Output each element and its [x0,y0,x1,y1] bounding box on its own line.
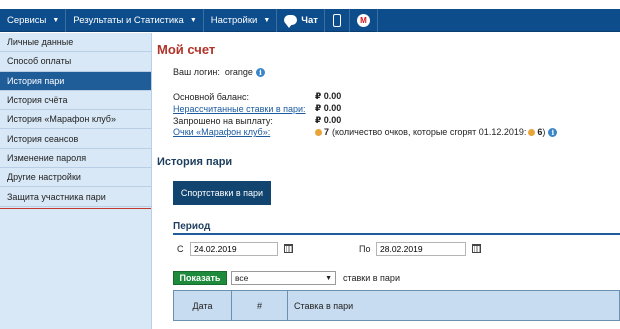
menu-settings[interactable]: Настройки ▼ [204,8,278,32]
coin-icon [528,128,536,136]
sidebar-item-change-password[interactable]: Изменение пароля [0,149,151,169]
sidebar-item-payment-method[interactable]: Способ оплаты [0,52,151,72]
sidebar-item-club-history[interactable]: История «Марафон клуб» [0,110,151,130]
column-bet[interactable]: Ставка в пари [288,291,619,320]
sidebar-item-label: История «Марафон клуб» [7,114,116,125]
menu-services-label: Сервисы [7,14,47,26]
bet-filter-value: все [235,273,249,283]
period-divider [173,233,620,235]
main-menu-bar: Сервисы ▼ Результаты и Статистика ▼ Наст… [0,8,620,32]
sidebar-item-label: История сеансов [7,133,79,144]
sidebar-item-label: Другие настройки [7,172,81,183]
menu-settings-label: Настройки [210,14,258,26]
sidebar-item-label: История пари [7,75,65,86]
top-strip [0,0,620,8]
mobile-phone-icon [332,13,341,27]
bet-filter-select[interactable]: все ▼ [231,271,336,285]
menu-chat-label: Чат [301,14,318,26]
from-date-input[interactable] [190,242,278,256]
chevron-down-icon: ▼ [325,274,332,282]
to-date-input[interactable] [376,242,466,256]
login-value: orange [224,67,253,77]
withdraw-row: Запрошено на выплату: ₽ 0.00 [173,115,341,126]
main-balance-value: ₽ 0.00 [315,91,342,101]
chat-bubble-icon [284,15,298,28]
bet-history-title: История пари [157,156,233,168]
login-label: Ваш логин: [173,67,220,77]
menu-services[interactable]: Сервисы ▼ [0,8,67,32]
menu-results-label: Результаты и Статистика [73,14,184,26]
sidebar-item-label: История счёта [7,95,68,106]
coin-icon [315,128,322,136]
sidebar-item-personal-data[interactable]: Личные данные [0,33,151,53]
sidebar-item-account-history[interactable]: История счёта [0,91,151,111]
withdraw-label: Запрошено на выплату: [173,115,273,126]
sidebar-item-other-settings[interactable]: Другие настройки [0,168,151,188]
chevron-down-icon: ▼ [189,16,197,24]
unsettled-row: Нерассчитанные ставки в пари: ₽ 0.00 [173,103,341,114]
info-icon[interactable]: i [548,127,558,137]
sidebar-item-label: Изменение пароля [7,152,87,163]
login-row: Ваш логин: orange i [173,67,265,77]
club-points-value: 7 [324,127,330,137]
table-header: Дата # Ставка в пари [173,290,620,321]
withdraw-value: ₽ 0.00 [315,115,342,125]
club-points-link[interactable]: Очки «Марафон клуб»: [173,127,315,137]
bet-filter-suffix: ставки в пари [343,273,400,283]
club-points-row: Очки «Марафон клуб»: 7 (количество очков… [173,127,558,137]
sports-bets-button[interactable]: Спортставки в пари [173,181,271,205]
sidebar-item-label: Защита участника пари [7,191,106,202]
calendar-icon[interactable] [472,244,481,253]
sidebar: Личные данные Способ оплаты История пари… [0,33,152,329]
column-date[interactable]: Дата [174,291,232,320]
menu-results[interactable]: Результаты и Статистика ▼ [66,8,204,32]
sidebar-item-session-history[interactable]: История сеансов [0,129,151,149]
marathon-logo-icon: M [356,13,370,27]
calendar-icon[interactable] [284,244,293,253]
period-label: Период [173,221,211,232]
sidebar-item-label: Личные данные [7,37,74,48]
page-title: Мой счет [157,42,216,57]
menu-chat[interactable]: Чат [277,8,325,32]
show-button[interactable]: Показать [173,271,227,285]
club-points-note: (количество очков, которые сгорят 01.12.… [332,127,527,137]
column-number[interactable]: # [232,291,288,320]
sidebar-divider [0,207,151,209]
sidebar-item-bet-history[interactable]: История пари [0,71,151,91]
club-points-close: ) [542,127,546,137]
unsettled-value: ₽ 0.00 [315,103,342,113]
main-balance-row: Основной баланс: ₽ 0.00 [173,91,341,102]
from-label: С [177,244,184,254]
sidebar-item-protection[interactable]: Защита участника пари [0,187,151,207]
menu-marathon[interactable]: M [350,8,378,32]
menu-mobile[interactable] [325,8,350,32]
info-icon[interactable]: i [255,67,265,77]
main-balance-label: Основной баланс: [173,91,249,102]
to-label: По [359,244,371,254]
sidebar-item-label: Способ оплаты [7,56,72,67]
chevron-down-icon: ▼ [52,16,60,24]
chevron-down-icon: ▼ [263,16,271,24]
unsettled-link[interactable]: Нерассчитанные ставки в пари: [173,104,315,114]
main-content: Мой счет Ваш логин: orange i Основной ба… [157,33,620,329]
